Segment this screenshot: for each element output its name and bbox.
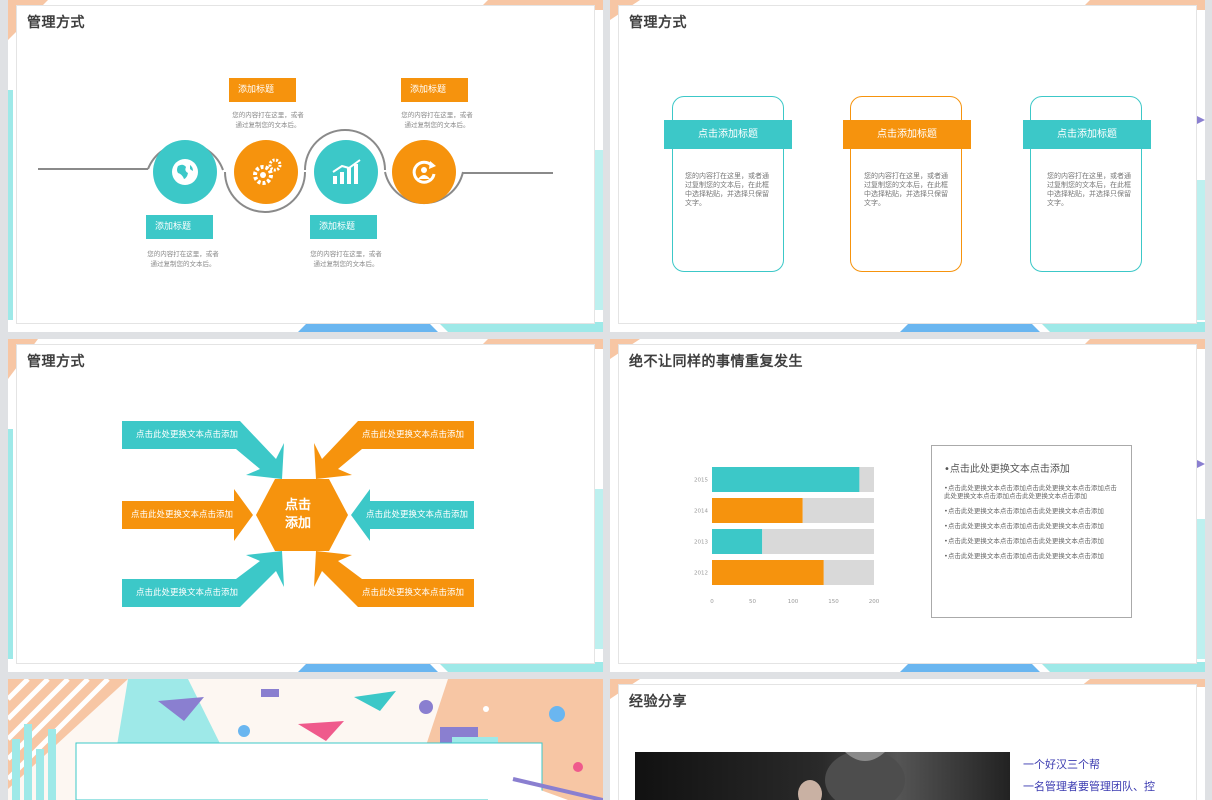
tag-desc-1: 您的内容打在这里，或者 通过复制您的文本后。 <box>232 111 304 129</box>
bar-2012-remainder <box>823 560 874 585</box>
info-card-1-heading: 点击添加标题 <box>664 120 792 149</box>
x-tick-label: 100 <box>788 599 799 605</box>
tag-label-2[interactable]: 添加标题 <box>401 78 468 102</box>
slide-thumbnail-3[interactable]: 管理方式 点击 添加 点击此处更换文本点击添加 点击此处更换文本点击添加 点击此处… <box>8 339 603 672</box>
info-card-2-heading: 点击添加标题 <box>843 120 971 149</box>
tag-desc-4: 您的内容打在这里，或者 通过复制您的文本后。 <box>310 250 382 268</box>
y-tick-label: 2012 <box>694 571 708 577</box>
bullet-4: •点击此处更换文本点击添加点击此处更换文本点击添加 <box>944 537 1104 545</box>
bar-2015-remainder <box>859 467 874 492</box>
arrow-label-mid-right[interactable]: 点击此处更换文本点击添加 <box>356 501 478 529</box>
arrow-label-bottom-left[interactable]: 点击此处更换文本点击添加 <box>122 579 252 607</box>
bullet-1: •点击此处更换文本点击添加点击此处更换文本点击添加点击此处更换文本点击添加点击此… <box>944 484 1117 500</box>
x-tick-label: 50 <box>749 599 756 605</box>
bar-2014-value <box>712 498 803 523</box>
bullet-3: •点击此处更换文本点击添加点击此处更换文本点击添加 <box>944 522 1104 530</box>
bar-2015-value <box>712 467 860 492</box>
info-card-3-heading: 点击添加标题 <box>1023 120 1151 149</box>
globe-icon <box>172 159 198 185</box>
info-card-2-text: 您的内容打在这里，或者通过复制您的文本后，在此框中选择粘贴，并选择只保留文字。 <box>864 172 948 207</box>
bar-chart-icon <box>332 159 361 184</box>
x-tick-label: 150 <box>828 599 839 605</box>
tag-desc-3: 您的内容打在这里，或者 通过复制您的文本后。 <box>147 250 219 268</box>
info-card-1-text: 您的内容打在这里，或者通过复制您的文本后，在此框中选择粘贴，并选择只保留文字。 <box>685 172 769 207</box>
tag-label-3[interactable]: 添加标题 <box>146 215 213 239</box>
center-hexagon-label[interactable]: 点击 添加 <box>266 497 330 533</box>
x-tick-label: 200 <box>869 599 880 605</box>
panel-bullets: •点击此处更换文本点击添加点击此处更换文本点击添加点击此处更换文本点击添加点击此… <box>944 484 1122 567</box>
stacked-bar-chart: 2015 2014 2013 2012 0 50 100 150 200 <box>694 467 880 605</box>
tag-label-1[interactable]: 添加标题 <box>229 78 296 102</box>
slide-background-decoration <box>8 679 603 800</box>
arrow-label-mid-left[interactable]: 点击此处更换文本点击添加 <box>122 501 242 529</box>
bullet-5: •点击此处更换文本点击添加点击此处更换文本点击添加 <box>944 552 1104 560</box>
slide-thumbnail-2[interactable]: 管理方式 点击添加标题 您的内容打在这里，或者通过复制您的文本后，在此框中选择粘… <box>610 0 1205 332</box>
timeline-diagram <box>38 129 553 213</box>
gears-icon <box>253 158 282 185</box>
y-tick-label: 2014 <box>694 509 708 515</box>
y-tick-label: 2013 <box>694 540 708 546</box>
arrow-label-bottom-right[interactable]: 点击此处更换文本点击添加 <box>348 579 478 607</box>
slide-title: 绝不让同样的事情重复发生 <box>629 354 803 370</box>
slide-thumbnail-4[interactable]: 绝不让同样的事情重复发生 2015 2014 2013 2012 0 50 100 150 20… <box>610 339 1205 672</box>
info-card-3-text: 您的内容打在这里，或者通过复制您的文本后，在此框中选择粘贴，并选择只保留文字。 <box>1047 172 1131 207</box>
slide-thumbnail-1[interactable]: 管理方式 添加标题 您的内容打在这里，或者 通过复制您的文本后。 添加标题 您的内… <box>8 0 603 332</box>
arrow-label-top-right[interactable]: 点击此处更换文本点击添加 <box>348 421 478 449</box>
bullet-2: •点击此处更换文本点击添加点击此处更换文本点击添加 <box>944 507 1104 515</box>
arrow-label-top-left[interactable]: 点击此处更换文本点击添加 <box>122 421 252 449</box>
tag-label-4[interactable]: 添加标题 <box>310 215 377 239</box>
text-panel[interactable]: •点击此处更换文本点击添加 •点击此处更换文本点击添加点击此处更换文本点击添加点… <box>931 445 1132 618</box>
refresh-person-icon <box>412 160 436 184</box>
slide-title: 管理方式 <box>629 15 687 31</box>
share-line-2: 一名管理者要管理团队、控 <box>1023 780 1155 793</box>
bar-2012-value <box>712 560 824 585</box>
bar-2014-remainder <box>802 498 874 523</box>
tag-desc-2: 您的内容打在这里，或者 通过复制您的文本后。 <box>401 111 473 129</box>
share-line-1: 一个好汉三个帮 <box>1023 758 1100 771</box>
bar-2013-value <box>712 529 763 554</box>
photo-hand-image <box>635 750 1010 800</box>
slide-thumbnail-5[interactable] <box>8 679 603 800</box>
slide-title: 经验分享 <box>629 694 687 710</box>
x-tick-label: 0 <box>710 599 714 605</box>
slide-thumbnail-6[interactable]: 经验分享 一个好汉三个帮 一名管理者要管理团队、控 <box>610 679 1205 800</box>
y-tick-label: 2015 <box>694 478 708 484</box>
panel-heading: •点击此处更换文本点击添加 <box>944 464 1070 475</box>
bar-2013-remainder <box>762 529 874 554</box>
